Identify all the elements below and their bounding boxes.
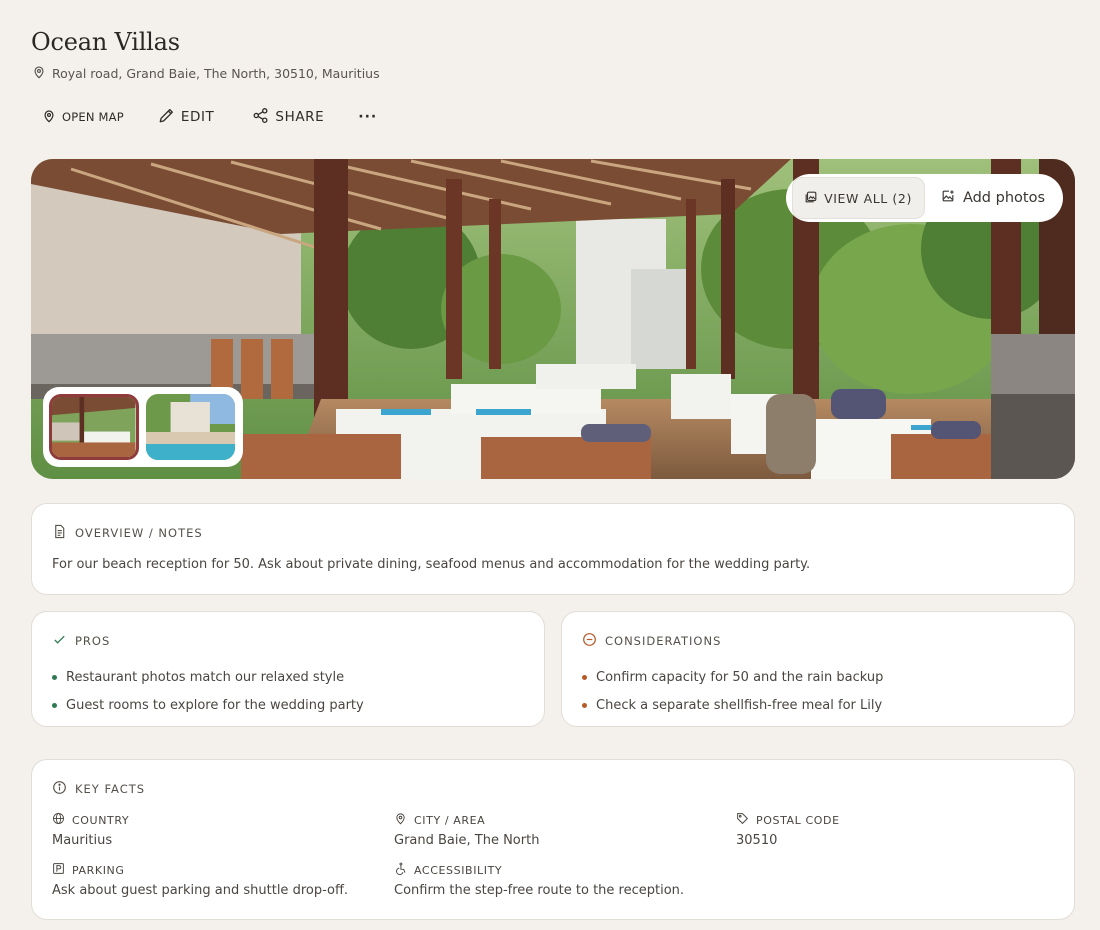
pencil-icon <box>158 107 175 128</box>
fact-label: ACCESSIBILITY <box>394 862 736 878</box>
fact-parking: PARKING Ask about guest parking and shut… <box>52 862 394 898</box>
pro-text: Guest rooms to explore for the wedding p… <box>66 697 364 713</box>
globe-icon <box>52 812 65 828</box>
list-item: Restaurant photos match our relaxed styl… <box>52 663 524 691</box>
list-item: Check a separate shellfish-free meal for… <box>582 691 1054 719</box>
fact-label: POSTAL CODE <box>736 812 1056 828</box>
parking-icon <box>52 862 65 878</box>
fact-city: CITY / AREA Grand Baie, The North <box>394 812 736 848</box>
map-pin-icon <box>32 65 46 82</box>
share-button[interactable]: SHARE <box>252 107 324 128</box>
pro-text: Restaurant photos match our relaxed styl… <box>66 669 345 685</box>
hero-photo[interactable]: VIEW ALL (2) Add photos <box>31 159 1075 479</box>
list-item: Confirm capacity for 50 and the rain bac… <box>582 663 1054 691</box>
page-title: Ocean Villas <box>31 28 180 56</box>
overview-header: OVERVIEW / NOTES <box>52 524 1054 542</box>
postal-label: POSTAL CODE <box>756 813 840 827</box>
consideration-text: Check a separate shellfish-free meal for… <box>596 697 883 713</box>
add-photos-label: Add photos <box>962 190 1045 206</box>
open-map-button[interactable]: OPEN MAP <box>42 109 124 126</box>
accessibility-value: Confirm the step-free route to the recep… <box>394 883 685 898</box>
thumbnail-restaurant[interactable] <box>49 394 139 460</box>
gallery-icon <box>804 190 818 207</box>
open-map-label: OPEN MAP <box>62 110 124 124</box>
bullet-dot <box>582 702 587 708</box>
key-facts-heading: KEY FACTS <box>75 782 146 796</box>
thumbnail-pool[interactable] <box>145 394 235 460</box>
considerations-list: Confirm capacity for 50 and the rain bac… <box>582 663 1054 719</box>
tag-icon <box>736 812 749 828</box>
overview-heading: OVERVIEW / NOTES <box>75 526 203 540</box>
map-pin-icon <box>394 812 407 828</box>
considerations-heading: CONSIDERATIONS <box>605 634 722 648</box>
country-value: Mauritius <box>52 833 113 848</box>
bullet-dot <box>582 674 587 680</box>
facts-grid: COUNTRY Mauritius CITY / AREA Grand Baie… <box>52 812 1054 898</box>
fact-label: PARKING <box>52 862 394 878</box>
city-label: CITY / AREA <box>414 813 486 827</box>
view-all-label: VIEW ALL (2) <box>824 190 912 206</box>
thumbnail-strip <box>43 387 243 467</box>
consideration-text: Confirm capacity for 50 and the rain bac… <box>596 669 884 685</box>
overview-text: For our beach reception for 50. Ask abou… <box>52 557 811 572</box>
view-all-photos-button[interactable]: VIEW ALL (2) <box>792 177 925 219</box>
address-text: Royal road, Grand Baie, The North, 30510… <box>52 66 380 81</box>
share-icon <box>252 107 269 128</box>
minus-circle-icon <box>582 632 597 650</box>
share-label: SHARE <box>275 109 325 125</box>
more-options-button[interactable]: ··· <box>358 109 377 125</box>
key-facts-header: KEY FACTS <box>52 780 1054 798</box>
bullet-dot <box>52 702 57 708</box>
map-pin-icon <box>42 109 56 126</box>
edit-label: EDIT <box>180 109 215 125</box>
fact-accessibility: ACCESSIBILITY Confirm the step-free rout… <box>394 862 736 898</box>
considerations-card: CONSIDERATIONS Confirm capacity for 50 a… <box>561 611 1075 727</box>
overview-card: OVERVIEW / NOTES For our beach reception… <box>31 503 1075 595</box>
checkmark-icon <box>52 632 67 650</box>
fact-label: CITY / AREA <box>394 812 736 828</box>
info-icon <box>52 780 67 798</box>
key-facts-card: KEY FACTS COUNTRY Mauritius CITY / AREA … <box>31 759 1075 920</box>
add-photo-icon <box>941 189 955 207</box>
action-bar: OPEN MAP EDIT SHARE ··· <box>42 106 377 128</box>
more-icon: ··· <box>358 109 378 125</box>
parking-label: PARKING <box>72 863 125 877</box>
bullet-dot <box>52 674 57 680</box>
list-item: Guest rooms to explore for the wedding p… <box>52 691 524 719</box>
city-value: Grand Baie, The North <box>394 833 540 848</box>
considerations-header: CONSIDERATIONS <box>582 632 1054 650</box>
parking-value: Ask about guest parking and shuttle drop… <box>52 883 349 898</box>
accessibility-label: ACCESSIBILITY <box>414 863 503 877</box>
document-icon <box>52 524 67 542</box>
country-label: COUNTRY <box>72 813 130 827</box>
photo-actions: VIEW ALL (2) Add photos <box>786 174 1063 222</box>
fact-label: COUNTRY <box>52 812 394 828</box>
fact-postal: POSTAL CODE 30510 <box>736 812 1056 848</box>
pros-list: Restaurant photos match our relaxed styl… <box>52 663 524 719</box>
postal-value: 30510 <box>736 833 778 848</box>
pros-card: PROS Restaurant photos match our relaxed… <box>31 611 545 727</box>
pros-header: PROS <box>52 632 524 650</box>
fact-country: COUNTRY Mauritius <box>52 812 394 848</box>
pros-heading: PROS <box>75 634 111 648</box>
edit-button[interactable]: EDIT <box>158 107 215 128</box>
accessibility-icon <box>394 862 407 878</box>
venue-address: Royal road, Grand Baie, The North, 30510… <box>32 65 380 82</box>
add-photos-button[interactable]: Add photos <box>925 177 1055 219</box>
